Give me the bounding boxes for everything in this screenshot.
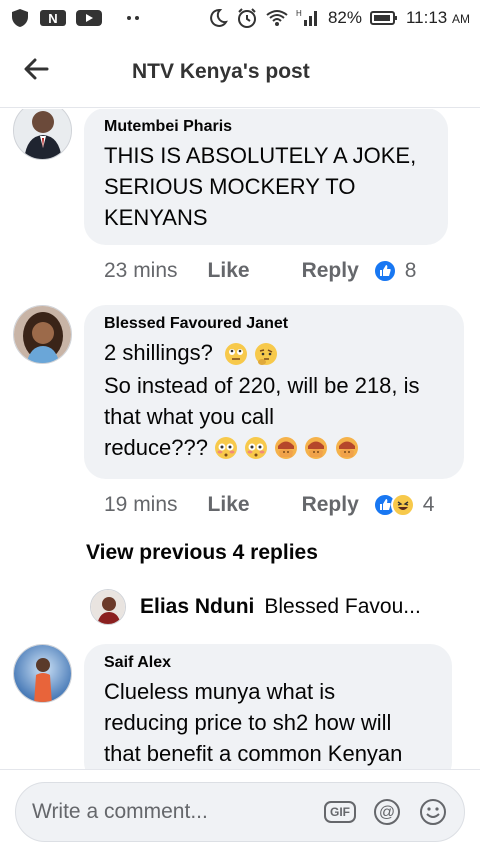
comment-input[interactable]: Write a comment... GIF @ [15, 782, 465, 842]
thinking-emoji [255, 342, 278, 365]
video-icon [76, 8, 102, 28]
comment-bubble[interactable]: Mutembei Pharis THIS IS ABSOLUTELY A JOK… [84, 109, 448, 245]
comment-text: 2 shillings? So instead of 220, will be … [104, 337, 444, 464]
alarm-icon [236, 7, 258, 29]
reply-button[interactable]: Reply [302, 493, 359, 517]
avatar[interactable] [13, 644, 72, 703]
reactions[interactable]: 8 [372, 259, 417, 283]
battery-icon [369, 10, 398, 26]
flushed-emoji [215, 437, 238, 460]
clock: 11:13 AM [405, 8, 470, 27]
n-icon: N [40, 8, 66, 28]
svg-text:@: @ [379, 804, 395, 821]
reaction-count: 8 [404, 259, 417, 282]
rolling-eyes-emoji [224, 342, 247, 365]
gif-icon: GIF [324, 801, 356, 823]
back-arrow-icon [23, 58, 49, 85]
comment-author[interactable]: Mutembei Pharis [104, 118, 428, 136]
moon-icon [208, 8, 228, 28]
comment-bubble[interactable]: Blessed Favoured Janet 2 shillings? So i… [84, 305, 464, 479]
facepalm-emoji [275, 437, 298, 460]
comment-placeholder[interactable]: Write a comment... [32, 800, 324, 824]
svg-text:H: H [296, 9, 302, 18]
comment-composer: Write a comment... GIF @ [0, 769, 480, 854]
comment-text: Clueless munya what is reducing price to… [104, 679, 403, 766]
view-previous-replies[interactable]: View previous 4 replies [86, 541, 318, 565]
mention-button[interactable]: @ [372, 797, 402, 827]
wifi-icon [266, 9, 288, 27]
reactions[interactable]: 4 [372, 493, 435, 517]
comment-text: THIS IS ABSOLUTELY A JOKE, SERIOUS MOCKE… [104, 143, 417, 230]
flushed-emoji [245, 437, 268, 460]
like-button[interactable]: Like [208, 259, 250, 283]
reply-author: Elias Nduni [140, 595, 255, 618]
reaction-count: 4 [422, 493, 435, 516]
comment-time[interactable]: 23 mins [104, 259, 178, 283]
battery-percent: 82% [327, 8, 362, 27]
comment-author[interactable]: Blessed Favoured Janet [104, 315, 444, 333]
app-bar: NTV Kenya's post [0, 36, 480, 108]
emoji-group [214, 433, 359, 464]
comment-bubble[interactable]: Saif Alex Clueless munya what is reducin… [84, 644, 452, 769]
haha-reaction-icon [390, 493, 415, 517]
reply-button[interactable]: Reply [302, 259, 359, 283]
like-button[interactable]: Like [208, 493, 250, 517]
page-title: NTV Kenya's post [132, 59, 310, 83]
facepalm-emoji [305, 437, 328, 460]
reply-snippet: Blessed Favou... [264, 595, 421, 618]
comment-meta: 19 mins Like Reply 4 [104, 493, 434, 517]
emoji-group [219, 339, 278, 370]
avatar[interactable] [13, 109, 72, 160]
signal-icon: H [296, 8, 320, 28]
svg-text:N: N [48, 11, 57, 26]
status-bar: N H 82% 11:13 AM [0, 0, 480, 36]
at-icon: @ [374, 799, 400, 825]
smiley-icon [420, 799, 446, 825]
back-button[interactable] [0, 36, 72, 108]
comments-list[interactable]: Mutembei Pharis THIS IS ABSOLUTELY A JOK… [0, 109, 480, 769]
like-reaction-icon [372, 259, 397, 283]
avatar [90, 589, 126, 625]
facepalm-emoji [335, 437, 358, 460]
comment-meta: 23 mins Like Reply 8 [104, 259, 416, 283]
comment-time[interactable]: 19 mins [104, 493, 178, 517]
dots-icon [126, 14, 140, 22]
shield-icon [10, 8, 30, 28]
gif-button[interactable]: GIF [324, 801, 356, 823]
reply-preview[interactable]: Elias Nduni Blessed Favou... [90, 589, 421, 625]
emoji-button[interactable] [418, 797, 448, 827]
avatar[interactable] [13, 305, 72, 364]
comment-author[interactable]: Saif Alex [104, 654, 432, 672]
